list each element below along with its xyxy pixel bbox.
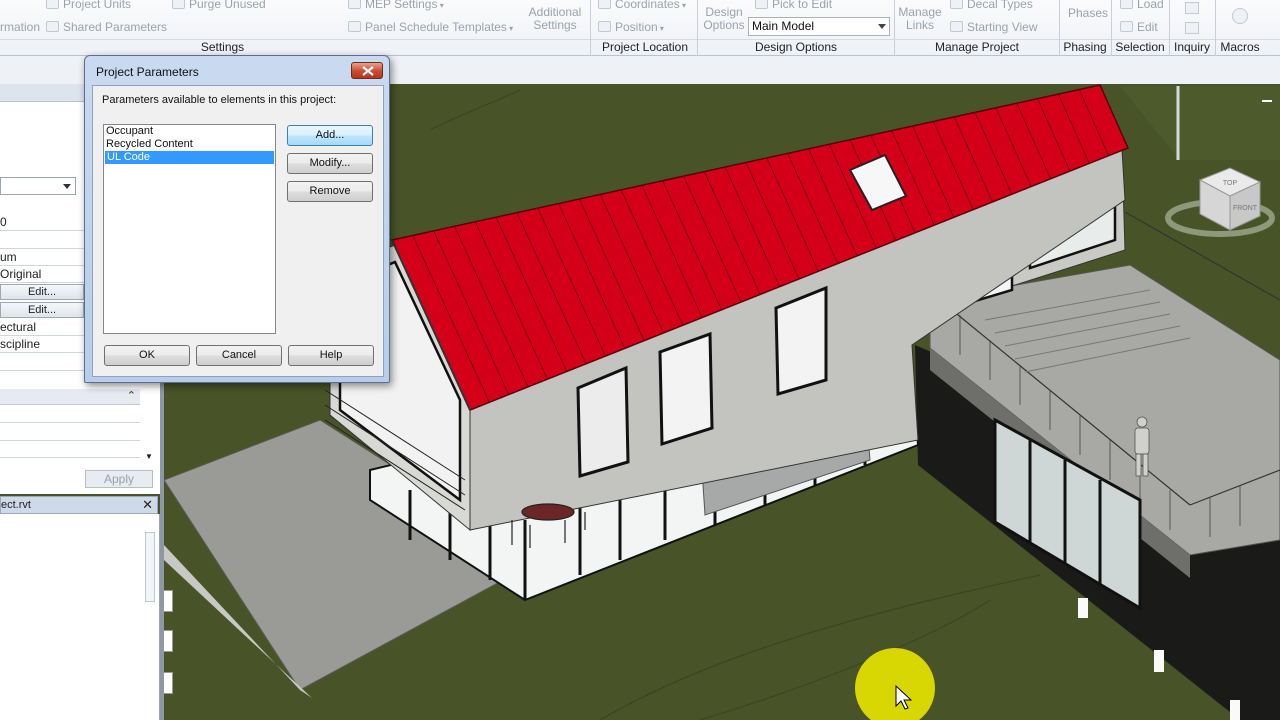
edit-property-button[interactable]: Edit... xyxy=(0,302,84,318)
wall-window xyxy=(774,285,828,396)
panel-title-phasing: Phasing xyxy=(1063,40,1107,54)
apply-button[interactable]: Apply xyxy=(85,470,153,488)
position-icon xyxy=(598,21,611,32)
cancel-button[interactable]: Cancel xyxy=(196,345,282,366)
support-post xyxy=(1154,650,1164,672)
property-value: scipline xyxy=(0,336,84,353)
panel-schedule-templates-button[interactable]: Panel Schedule Templates ▾ xyxy=(348,20,513,34)
property-value: 0 xyxy=(0,214,84,231)
property-row xyxy=(0,406,140,423)
ids-of-selection-icon[interactable] xyxy=(1185,2,1199,14)
tree-marker xyxy=(163,630,173,652)
dialog-close-button[interactable] xyxy=(351,62,383,79)
ribbon-fragment: rmation xyxy=(0,20,41,34)
manage-links-button[interactable]: Manage Links xyxy=(898,6,942,32)
shared-parameters-button[interactable]: Shared Parameters xyxy=(46,20,167,34)
navigation-bar-handle xyxy=(1262,100,1272,102)
project-browser xyxy=(0,514,160,720)
load-selection-button[interactable]: Load xyxy=(1120,0,1164,11)
property-value: um xyxy=(0,249,84,266)
project-units-button[interactable]: Project Units xyxy=(46,0,131,11)
modify-button[interactable]: Modify... xyxy=(287,153,373,174)
load-icon xyxy=(1120,0,1133,9)
panel-title-project-location: Project Location xyxy=(601,40,689,54)
panel-divider xyxy=(894,0,895,56)
wall-window xyxy=(658,331,714,447)
remove-button[interactable]: Remove xyxy=(287,181,373,202)
mep-settings-icon xyxy=(348,0,361,9)
panel-title-manage-project: Manage Project xyxy=(934,40,1020,54)
tree-marker xyxy=(163,672,173,694)
support-post xyxy=(1230,700,1240,720)
additional-settings-button[interactable]: Additional Settings xyxy=(527,6,583,32)
close-icon xyxy=(362,66,374,76)
shared-parameters-icon xyxy=(46,21,59,32)
starting-view-icon xyxy=(950,21,963,32)
pick-to-edit-button[interactable]: Pick to Edit xyxy=(755,0,832,11)
panel-divider xyxy=(697,0,698,56)
chevron-down-icon xyxy=(63,184,71,189)
dialog-prompt: Parameters available to elements in this… xyxy=(102,94,337,106)
dialog-title: Project Parameters xyxy=(96,65,199,79)
support-post xyxy=(1078,598,1088,618)
panel-title-macros: Macros xyxy=(1220,40,1260,54)
ok-button[interactable]: OK xyxy=(104,345,190,366)
viewcube-top-label: TOP xyxy=(1223,180,1238,187)
edit-icon xyxy=(1120,21,1133,32)
decal-icon xyxy=(950,0,963,9)
list-item-occupant[interactable]: Occupant xyxy=(104,125,275,138)
purge-icon xyxy=(172,0,185,9)
panel-title-inquiry: Inquiry xyxy=(1173,40,1211,54)
panel-title-settings: Settings xyxy=(200,40,245,54)
parameter-list[interactable]: Occupant Recycled Content UL Code xyxy=(103,124,276,334)
scroll-down-icon[interactable]: ▼ xyxy=(145,452,153,461)
design-options-button[interactable]: Design Options xyxy=(702,6,746,32)
property-row xyxy=(0,424,140,441)
list-item-ul-code[interactable]: UL Code xyxy=(105,151,274,164)
warnings-icon[interactable] xyxy=(1185,22,1199,34)
close-icon[interactable]: ✕ xyxy=(142,497,153,513)
mep-settings-button[interactable]: MEP Settings ▾ xyxy=(348,0,444,11)
dialog-body: Parameters available to elements in this… xyxy=(92,85,384,377)
project-browser-title: ect.rvt xyxy=(1,499,31,511)
panel-title-selection: Selection xyxy=(1115,40,1165,54)
edit-selection-button[interactable]: Edit xyxy=(1120,20,1158,34)
property-value: ectural xyxy=(0,319,84,336)
help-button[interactable]: Help xyxy=(288,345,374,366)
coordinates-button[interactable]: Coordinates ▾ xyxy=(598,0,686,11)
add-button[interactable]: Add... xyxy=(287,125,373,146)
wall-window xyxy=(576,365,630,478)
panel-divider xyxy=(590,0,591,56)
project-browser-header: ect.rvt ✕ xyxy=(0,496,158,514)
property-row xyxy=(0,354,84,371)
edit-property-button[interactable]: Edit... xyxy=(0,284,84,300)
panel-schedule-icon xyxy=(348,21,361,32)
tree-marker xyxy=(163,590,173,612)
property-value: Original xyxy=(0,266,84,283)
units-icon xyxy=(46,0,59,9)
type-selector[interactable] xyxy=(0,177,76,195)
property-row xyxy=(0,232,84,249)
position-button[interactable]: Position ▾ xyxy=(598,20,664,34)
property-section-header[interactable]: ⌃ xyxy=(0,389,140,405)
starting-view-button[interactable]: Starting View xyxy=(950,20,1037,34)
viewcube-front-label: FRONT xyxy=(1233,205,1258,212)
panel-title-design-options: Design Options xyxy=(754,40,838,54)
design-option-select[interactable]: Main Model xyxy=(748,17,890,36)
list-item-recycled-content[interactable]: Recycled Content xyxy=(104,138,275,151)
ribbon: rmation Project Units Shared Parameters … xyxy=(0,0,1280,56)
chevron-up-icon: ⌃ xyxy=(126,390,136,402)
macro-manager-icon[interactable] xyxy=(1232,8,1248,24)
pick-icon xyxy=(755,0,768,9)
coordinates-icon xyxy=(598,0,611,9)
chevron-down-icon xyxy=(878,24,886,29)
property-row xyxy=(0,441,140,458)
phases-button[interactable]: Phases xyxy=(1068,6,1108,20)
purge-unused-button[interactable]: Purge Unused xyxy=(172,0,266,11)
decal-types-button[interactable]: Decal Types xyxy=(950,0,1033,11)
project-parameters-dialog: Project Parameters Parameters available … xyxy=(84,55,390,383)
scrollbar[interactable] xyxy=(145,532,155,602)
